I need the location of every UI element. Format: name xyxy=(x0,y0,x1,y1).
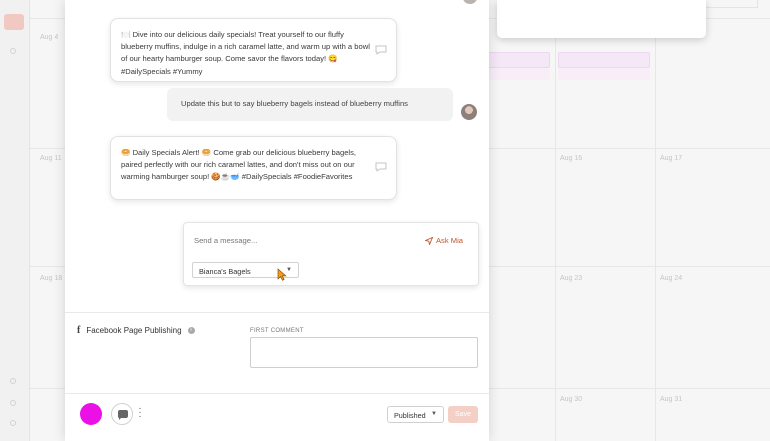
chevron-down-icon: ▼ xyxy=(431,411,437,417)
assistant-message: 🥯 Daily Specials Alert! 🥯 Come grab our … xyxy=(110,136,397,200)
status-select[interactable]: Published ▼ xyxy=(387,406,444,423)
sidebar-dot-icon[interactable] xyxy=(10,48,16,54)
calendar-post-chip[interactable] xyxy=(558,68,650,80)
facebook-icon: f xyxy=(77,325,81,336)
calendar-day-label: Aug 11 xyxy=(40,155,62,162)
chat-icon xyxy=(118,410,128,420)
message-text: 🍽️ Dive into our delicious daily special… xyxy=(121,30,370,76)
calendar-day-label: Aug 31 xyxy=(660,396,683,403)
brand-select-value: Bianca's Bagels xyxy=(199,267,251,276)
chat-bubble-icon[interactable] xyxy=(375,45,387,55)
facebook-publishing-header: f Facebook Page Publishing i xyxy=(77,325,195,336)
chat-button[interactable] xyxy=(111,403,133,425)
brand-avatar[interactable] xyxy=(80,403,102,425)
first-comment-input[interactable] xyxy=(250,337,478,368)
user-message: Update this but to say blueberry bagels … xyxy=(167,88,453,121)
dropdown-popover xyxy=(497,0,706,38)
mouse-cursor-icon xyxy=(277,268,287,281)
calendar-action-button[interactable] xyxy=(698,0,758,8)
divider xyxy=(65,312,489,313)
calendar-day-label: Aug 4 xyxy=(40,34,59,41)
app-sidebar xyxy=(0,0,30,441)
save-button[interactable]: Save xyxy=(448,406,478,423)
status-value: Published xyxy=(394,411,426,420)
sidebar-active-item[interactable] xyxy=(4,14,24,30)
first-comment-label: FIRST COMMENT xyxy=(250,328,304,334)
avatar xyxy=(463,0,477,4)
send-icon xyxy=(424,236,433,245)
divider xyxy=(65,393,489,394)
chat-bubble-icon[interactable] xyxy=(375,162,387,172)
avatar xyxy=(461,104,477,120)
calendar-day-label: Aug 23 xyxy=(560,275,583,282)
kebab-icon[interactable]: · · · xyxy=(137,404,143,422)
info-icon[interactable]: i xyxy=(187,327,195,334)
calendar-post-chip[interactable] xyxy=(558,52,650,68)
ask-mia-button[interactable]: Ask Mia xyxy=(424,236,463,245)
sidebar-dot-icon[interactable] xyxy=(10,378,16,384)
calendar-day-label: Aug 17 xyxy=(660,155,683,162)
sidebar-dot-icon[interactable] xyxy=(10,400,16,406)
calendar-day-label: Aug 18 xyxy=(40,275,63,282)
section-label: Facebook Page Publishing xyxy=(86,326,182,335)
calendar-day-label: Aug 16 xyxy=(560,155,583,162)
ask-mia-label: Ask Mia xyxy=(435,236,463,245)
assistant-message: 🍽️ Dive into our delicious daily special… xyxy=(110,18,397,82)
sidebar-dot-icon[interactable] xyxy=(10,420,16,426)
message-text: 🥯 Daily Specials Alert! 🥯 Come grab our … xyxy=(121,148,357,182)
calendar-day-label: Aug 24 xyxy=(660,275,683,282)
calendar-day-label: Aug 30 xyxy=(560,396,583,403)
calendar-post-chip[interactable] xyxy=(480,68,550,80)
message-composer: Send a message... Ask Mia Bianca's Bagel… xyxy=(183,222,479,286)
message-input[interactable]: Send a message... xyxy=(194,236,257,245)
post-editor-modal: 🍽️ Dive into our delicious daily special… xyxy=(65,0,489,441)
